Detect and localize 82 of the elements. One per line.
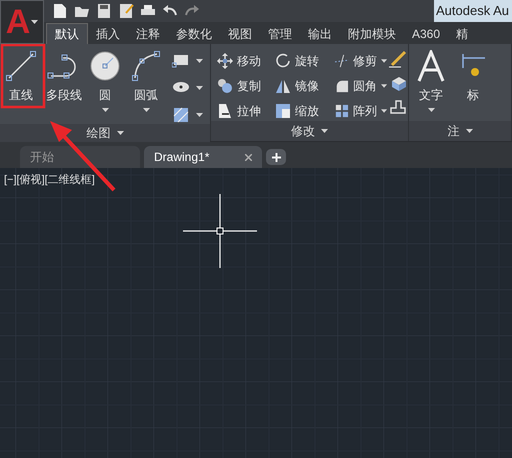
caret-icon: [196, 59, 203, 63]
file-tab[interactable]: 开始: [20, 146, 140, 168]
draw-tool-button[interactable]: [172, 52, 203, 70]
move-icon: [217, 52, 233, 69]
outline-icon[interactable]: [389, 98, 407, 116]
copy-icon: [217, 78, 233, 94]
save-icon[interactable]: [96, 3, 112, 19]
tool-label: 复制: [237, 78, 261, 95]
trim-icon: [335, 52, 349, 69]
hatch-icon: [172, 106, 190, 124]
block-icon[interactable]: [389, 74, 407, 92]
panel-title: 修改: [291, 123, 315, 140]
draw-tool-button[interactable]: [172, 106, 203, 124]
tab-label: 开始: [30, 149, 54, 166]
tool-label: 修剪: [352, 52, 377, 70]
caret-icon: [116, 131, 124, 135]
tool-button[interactable]: 圆弧: [124, 44, 168, 124]
window-title: Autodesk Au: [436, 2, 509, 20]
line-icon: [5, 50, 37, 82]
tool-button[interactable]: 多段线: [42, 44, 86, 124]
tool-label: 阵列: [352, 103, 377, 120]
plus-icon: [272, 152, 280, 162]
ribbon-tab[interactable]: 附加模块: [340, 23, 404, 44]
ribbon-tab[interactable]: 默认: [46, 23, 88, 44]
tool-label: 拉伸: [237, 103, 261, 120]
tool-button[interactable]: 圆: [86, 44, 124, 124]
tool-label: 圆: [99, 87, 111, 104]
tool-button[interactable]: 拉伸: [217, 102, 275, 121]
ribbon-tab[interactable]: 插入: [88, 23, 128, 44]
caret-icon: [321, 129, 328, 133]
ribbon-tab[interactable]: 注释: [128, 23, 168, 44]
tool-label: 移动: [237, 52, 261, 70]
highlight-frame: [0, 44, 46, 108]
tool-label: 圆弧: [134, 87, 158, 104]
ribbon-tab[interactable]: A360: [404, 23, 448, 44]
caret-icon: [31, 20, 38, 24]
letter-a-icon: [416, 50, 446, 82]
panel-title: 注: [448, 123, 460, 140]
tool-button[interactable]: 阵列: [335, 102, 387, 121]
tool-button[interactable]: 旋转: [275, 51, 335, 70]
tool-label: 多段线: [46, 87, 82, 104]
tool-label: 圆角: [352, 78, 377, 95]
tool-button[interactable]: 镜像: [275, 76, 335, 96]
scale-icon: [275, 103, 291, 120]
tool-button[interactable]: 标: [453, 44, 493, 121]
rectangle-icon: [172, 52, 190, 70]
tool-button[interactable]: 直线: [0, 44, 42, 124]
tool-label: 缩放: [295, 103, 319, 120]
tab-label: Drawing1*: [154, 149, 210, 166]
tool-button[interactable]: 文字: [409, 44, 453, 121]
ribbon-tab[interactable]: 参数化: [168, 23, 220, 44]
ribbon-tab[interactable]: 精: [448, 23, 476, 44]
tool-label: 镜像: [295, 78, 319, 95]
tool-label: 文字: [419, 87, 443, 104]
tool-button[interactable]: 移动: [217, 51, 275, 70]
new-tab-button[interactable]: [266, 149, 286, 165]
tool-button[interactable]: 缩放: [275, 102, 335, 121]
tool-button[interactable]: 复制: [217, 76, 275, 96]
tool-label: 旋转: [295, 52, 319, 70]
brush-icon[interactable]: [389, 50, 407, 68]
caret-icon: [466, 129, 472, 133]
caret-icon: [196, 113, 203, 117]
ribbon-tab[interactable]: 管理: [260, 23, 300, 44]
tool-button[interactable]: 圆角: [335, 76, 387, 96]
tool-label: 标: [467, 87, 479, 104]
save-as-icon[interactable]: [118, 3, 134, 19]
arc-icon: [130, 50, 162, 82]
panel-title: 绘图: [86, 125, 110, 142]
caret-icon: [196, 86, 203, 90]
new-file-icon[interactable]: [52, 3, 68, 19]
circle-icon: [89, 50, 121, 82]
mirror-icon: [275, 78, 291, 94]
app-logo: A: [6, 5, 30, 39]
ribbon-tab[interactable]: 视图: [220, 23, 260, 44]
stretch-icon: [217, 103, 233, 120]
array-icon: [335, 103, 349, 120]
ribbon-tab[interactable]: 输出: [300, 23, 340, 44]
rotate-icon: [275, 52, 291, 69]
viewport-label[interactable]: [−][俯视][二维线框]: [4, 172, 95, 188]
tool-label: 直线: [9, 87, 33, 104]
file-tab[interactable]: Drawing1*: [144, 146, 262, 168]
tool-button[interactable]: 修剪: [335, 51, 387, 70]
